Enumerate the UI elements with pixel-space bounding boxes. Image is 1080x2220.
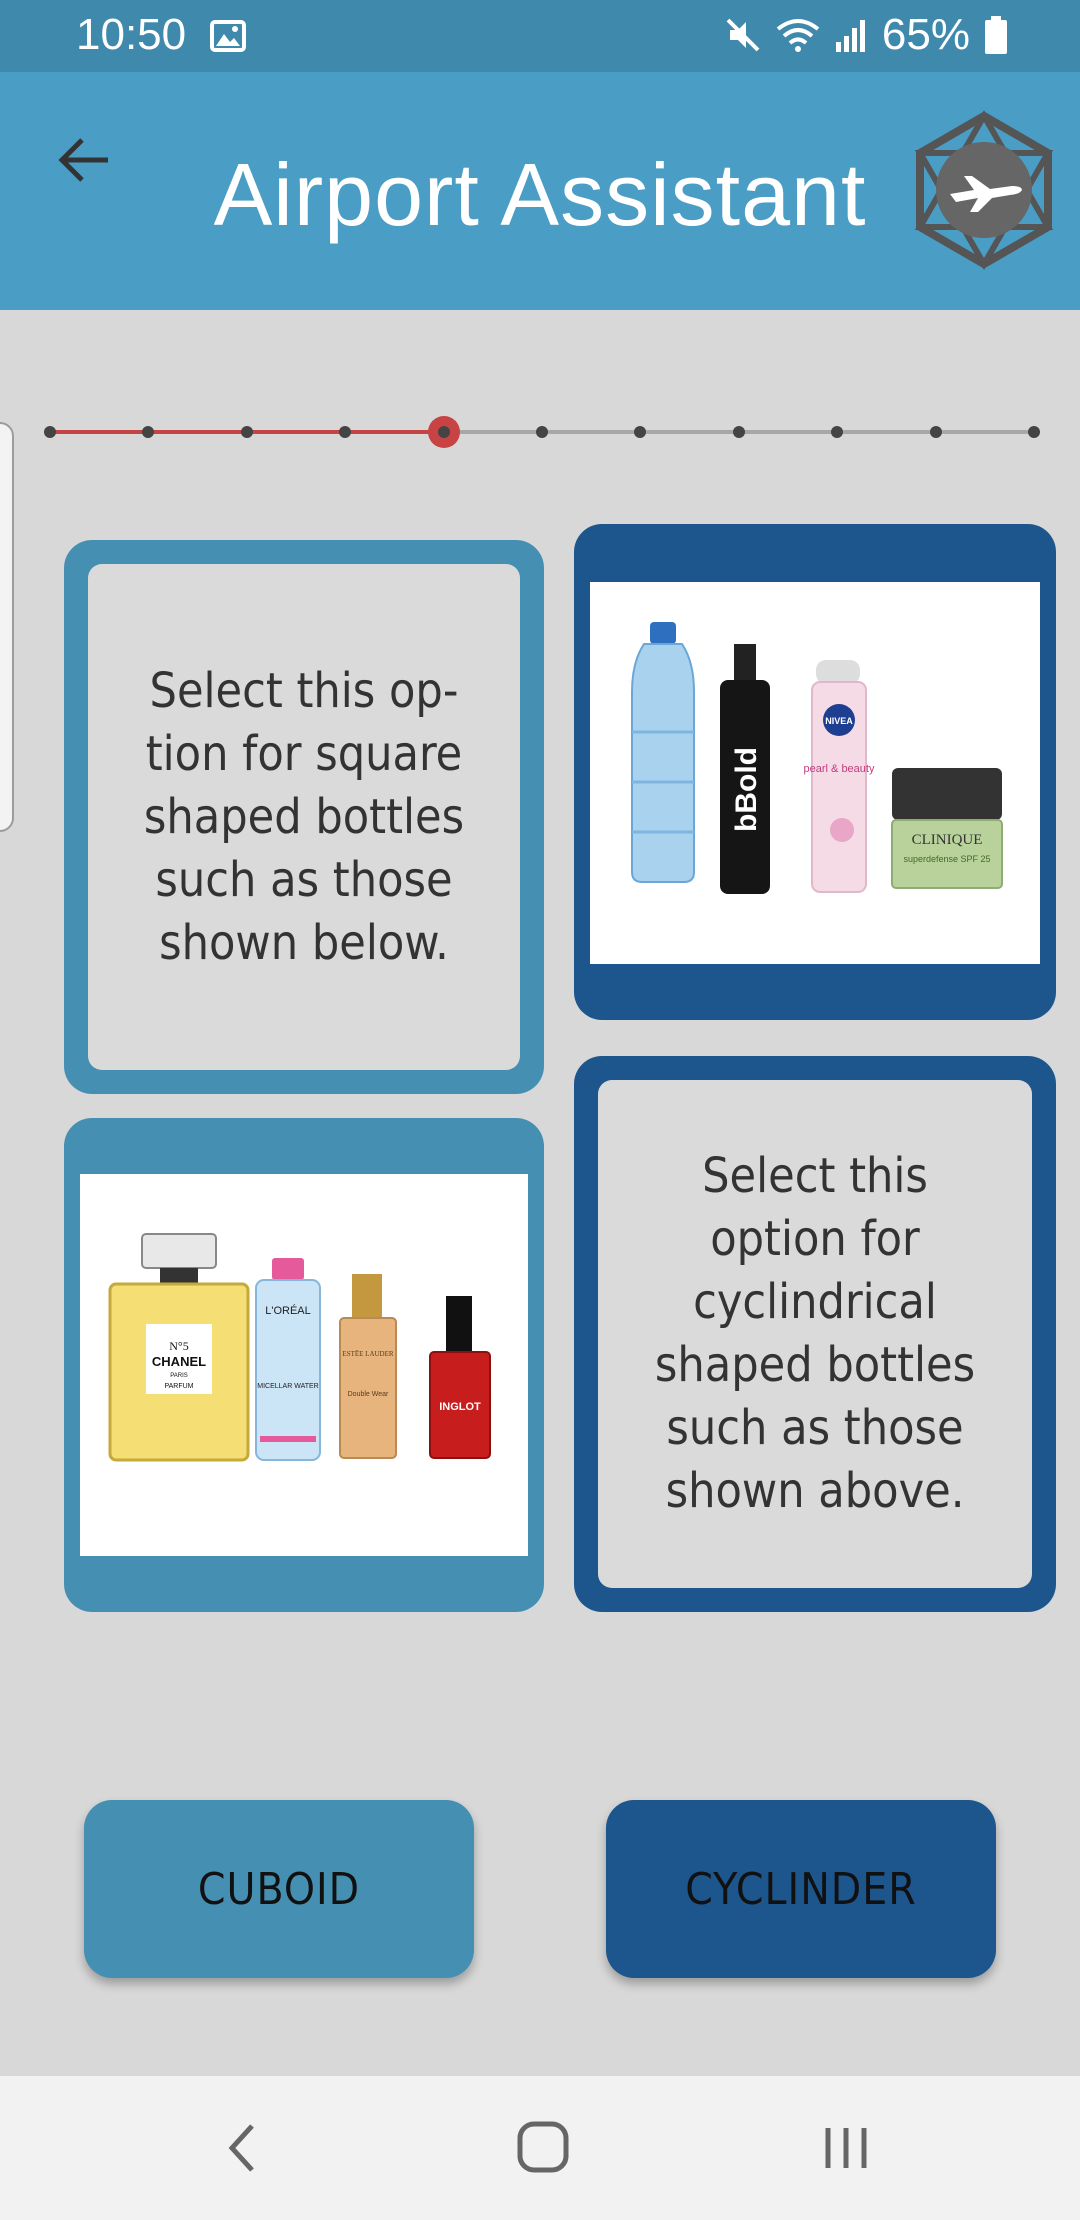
inglot-label: INGLOT <box>439 1401 481 1413</box>
progress-step-dot <box>929 426 942 438</box>
cuboid-description: Select this op-tion for square shaped bo… <box>143 662 465 971</box>
nav-home-icon[interactable] <box>516 2118 570 2178</box>
cuboid-bottles-photo: N°5 CHANEL PARIS PARFUM L'ORÉAL MICELLAR… <box>80 1174 528 1556</box>
progress-step-dot <box>44 426 56 438</box>
signal-icon <box>835 20 865 52</box>
nav-back-icon[interactable] <box>224 2118 260 2178</box>
cylinder-text-panel: Select this option for cyclindrical shap… <box>598 1080 1032 1588</box>
cuboid-bottles-photo-card: N°5 CHANEL PARIS PARFUM L'ORÉAL MICELLAR… <box>64 1118 544 1612</box>
chanel-paris-label: PARIS <box>170 1373 188 1379</box>
progress-stepper <box>44 410 1042 454</box>
cylinder-bottles-illustration: bBold NIVEA pearl & beauty CLINIQUE supe… <box>631 622 1003 894</box>
progress-step-dot <box>1028 426 1040 438</box>
micellar-label: MICELLAR WATER <box>257 1383 318 1390</box>
cylinder-description: Select this option for cyclindrical shap… <box>654 1148 976 1519</box>
pearl-label: pearl & beauty <box>804 763 875 775</box>
cylinder-bottles-photo-card: bBold NIVEA pearl & beauty CLINIQUE supe… <box>574 524 1056 1020</box>
chanel-parfum-label: PARFUM <box>164 1383 193 1390</box>
cuboid-option-card[interactable]: Select this op-tion for square shaped bo… <box>64 540 544 1094</box>
status-indicators: 65% <box>724 10 1008 60</box>
double-wear-label: Double Wear <box>348 1391 389 1398</box>
drawer-handle[interactable] <box>0 422 14 832</box>
progress-step-dot <box>634 426 647 438</box>
clinique-label: CLINIQUE <box>912 832 983 848</box>
cuboid-button[interactable]: CUBOID <box>84 1800 474 1978</box>
wifi-icon <box>776 19 820 52</box>
cylinder-button[interactable]: CYCLINDER <box>606 1800 996 1978</box>
chanel-label: CHANEL <box>152 1354 206 1369</box>
image-notification-icon <box>210 20 246 52</box>
nav-recents-icon[interactable] <box>822 2118 870 2178</box>
progress-step-dot <box>339 426 352 438</box>
superdefense-label: superdefense SPF 25 <box>903 854 990 864</box>
airplane-logo-icon <box>914 110 1054 270</box>
app-bar: Airport Assistant <box>0 72 1080 310</box>
bold-label: bBold <box>730 747 763 832</box>
chanel-number-label: N°5 <box>169 1339 188 1353</box>
cuboid-bottles-illustration: N°5 CHANEL PARIS PARFUM L'ORÉAL MICELLAR… <box>108 1233 491 1462</box>
nivea-label: NIVEA <box>825 716 853 726</box>
status-bar: 10:50 65% <box>0 0 1080 72</box>
progress-step-dot <box>536 426 548 438</box>
loreal-label: L'ORÉAL <box>265 1304 311 1317</box>
mute-icon <box>726 18 760 52</box>
progress-step-dot <box>831 426 844 438</box>
status-time: 10:50 <box>76 10 187 59</box>
battery-percent: 65% <box>881 10 970 59</box>
system-nav-bar <box>0 2076 1080 2220</box>
progress-step-dot <box>732 426 745 438</box>
progress-step-dot <box>240 426 253 438</box>
progress-step-dot <box>142 426 155 438</box>
estee-label: ESTĒE LAUDER <box>342 1350 393 1358</box>
cylinder-bottles-photo: bBold NIVEA pearl & beauty CLINIQUE supe… <box>590 582 1040 964</box>
cylinder-option-card[interactable]: Select this option for cyclindrical shap… <box>574 1056 1056 1612</box>
cuboid-text-panel: Select this op-tion for square shaped bo… <box>88 564 520 1070</box>
progress-step-current <box>427 416 460 448</box>
battery-icon <box>985 16 1007 54</box>
